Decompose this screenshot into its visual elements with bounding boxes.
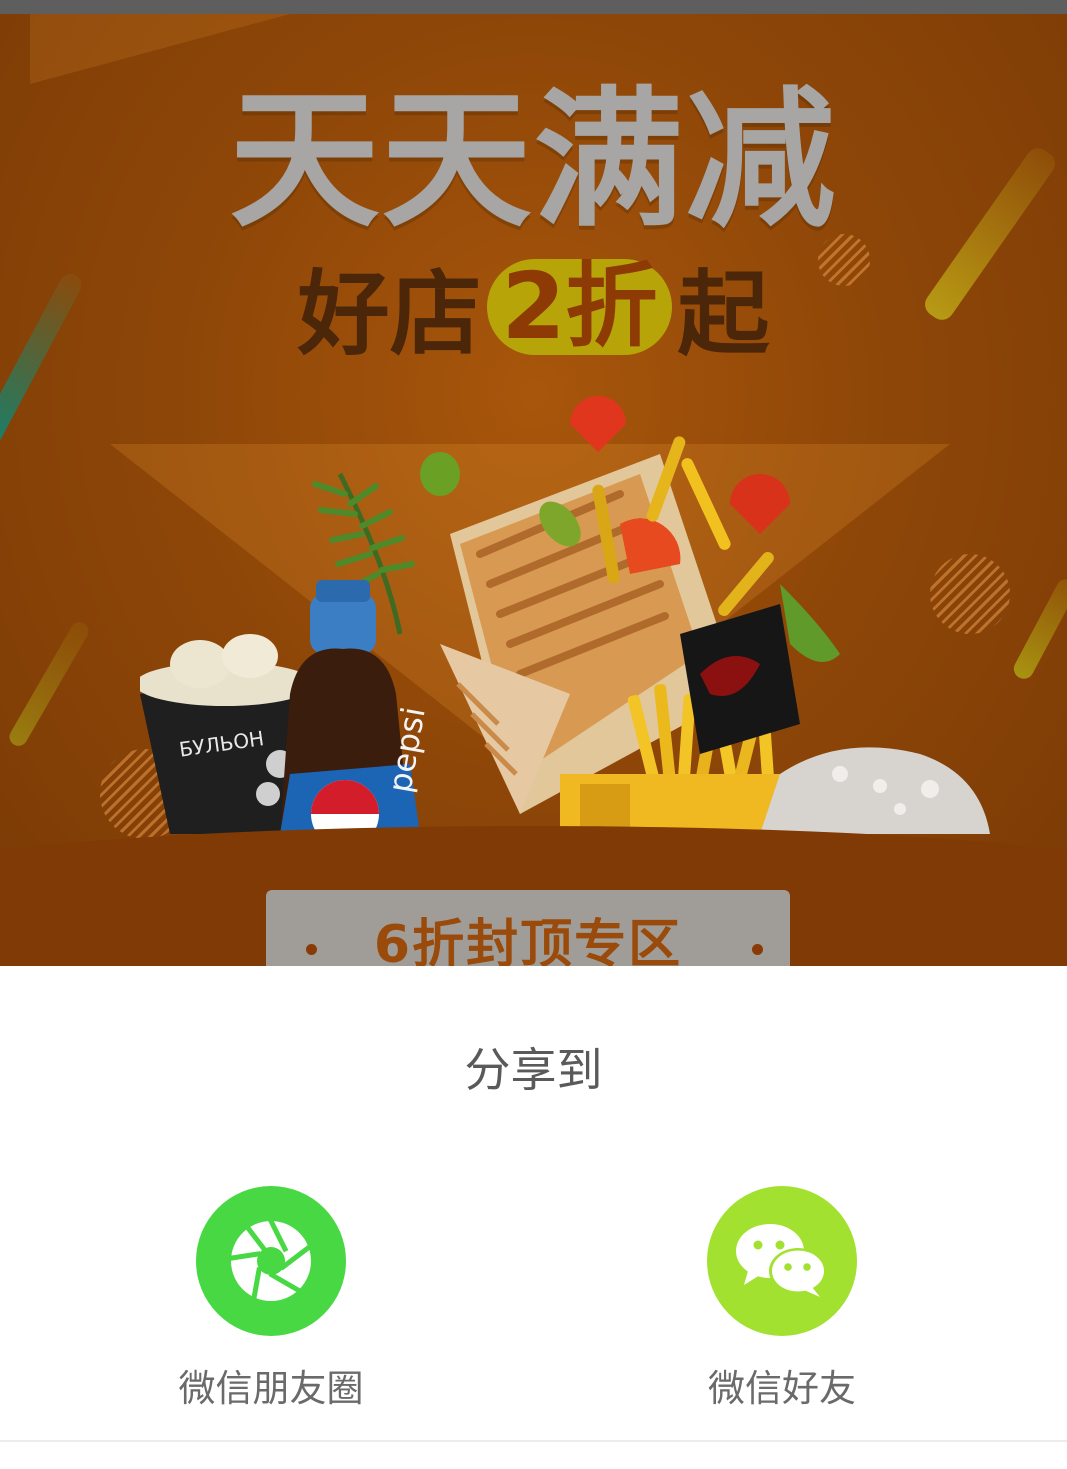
wechat-chat-icon[interactable]: [707, 1186, 857, 1336]
share-friend-button[interactable]: 微信好友: [652, 1186, 912, 1410]
share-friend-label: 微信好友: [708, 1367, 856, 1410]
wechat-chat-icon: [736, 1224, 827, 1297]
camera-shutter-icon: [229, 1218, 312, 1301]
ribbon-label: 6折封顶专区: [373, 915, 683, 966]
banner-decor-stripe: [6, 618, 92, 750]
share-page: 天天满减 好店 2折 起 БУЛЬОН pepsi 6折封顶专区 分享到 微信朋…: [0, 0, 1067, 1469]
ice-pile: [760, 747, 990, 834]
share-moments-button[interactable]: 微信朋友圈: [141, 1186, 401, 1410]
banner-subheadline: 好店 2折 起: [0, 254, 1067, 368]
banner-decor-stripe: [1010, 575, 1067, 683]
food-illustration: БУЛЬОН pepsi: [140, 394, 1000, 834]
soda-bottle: pepsi: [280, 580, 433, 834]
promo-banner[interactable]: 天天满减 好店 2折 起 БУЛЬОН pepsi 6折封顶专区: [0, 14, 1067, 966]
camera-shutter-icon[interactable]: [196, 1186, 346, 1336]
share-sheet: 分享到 微信朋友圈 微信好友: [0, 966, 1067, 1469]
share-moments-label: 微信朋友圈: [178, 1367, 364, 1410]
status-bar-strip: [0, 0, 1067, 14]
subhead-prefix: 好店: [297, 261, 482, 368]
share-sheet-title: 分享到: [464, 1043, 603, 1097]
banner-headline: 天天满减: [229, 74, 838, 248]
food-image: БУЛЬОН pepsi: [140, 396, 990, 834]
zone-ribbon[interactable]: 6折封顶专区: [258, 882, 798, 966]
bottom-divider: [0, 1440, 1067, 1442]
subhead-suffix: 起: [677, 261, 770, 368]
discount-highlight-pill: 2折: [487, 258, 672, 355]
